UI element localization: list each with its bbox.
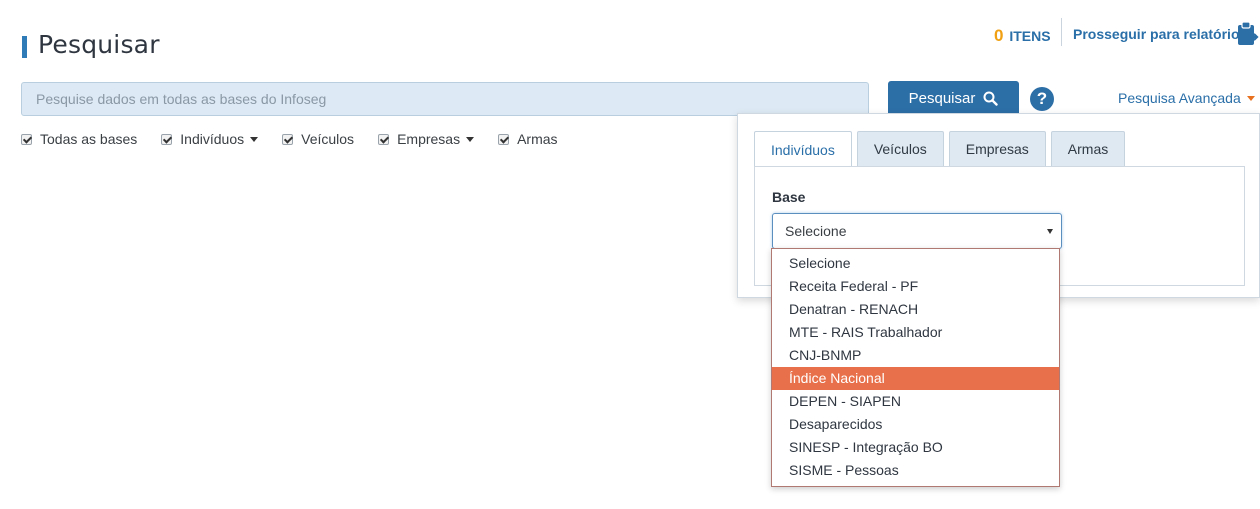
checkbox-checked-icon[interactable] [378,133,390,145]
checkbox-checked-icon[interactable] [282,133,294,145]
clipboard-arrow-icon[interactable] [1236,20,1260,46]
tab-veiculos[interactable]: Veículos [856,131,944,166]
base-option[interactable]: Receita Federal - PF [772,275,1059,298]
search-input[interactable] [21,82,869,116]
base-option-highlighted[interactable]: Índice Nacional [772,367,1059,390]
base-option[interactable]: DEPEN - SIAPEN [772,390,1059,413]
base-option[interactable]: Desaparecidos [772,413,1059,436]
filter-todas-as-bases[interactable]: Todas as bases [21,131,137,147]
question-icon[interactable]: ? [1030,87,1054,111]
search-icon [983,91,999,106]
base-option[interactable]: Denatran - RENACH [772,298,1059,321]
caret-down-icon[interactable] [250,136,259,142]
filter-label: Veículos [301,131,355,147]
checkbox-checked-icon[interactable] [21,133,32,145]
filter-label: Armas [517,131,558,147]
caret-down-icon [1246,95,1255,101]
filter-label: Indivíduos [180,131,245,147]
items-count-number: 0 [994,26,1004,45]
title-accent-bar [22,36,27,58]
items-count-label: ITENS [1009,28,1051,44]
caret-down-icon[interactable] [466,136,475,142]
advanced-search-label: Pesquisa Avançada [1118,90,1241,106]
tab-armas[interactable]: Armas [1050,131,1126,166]
filter-label: Todas as bases [40,131,138,147]
base-option[interactable]: CNJ-BNMP [772,344,1059,367]
items-counter[interactable]: 0 ITENS [994,26,1051,46]
page-title: Pesquisar [38,30,160,59]
filter-label: Empresas [397,131,461,147]
base-label: Base [772,189,806,205]
filter-empresas[interactable]: Empresas [378,131,475,147]
base-option[interactable]: SINESP - Integração BO [772,436,1059,459]
checkbox-checked-icon[interactable] [161,133,173,145]
checkbox-checked-icon[interactable] [498,133,510,145]
select-arrow-icon [1047,229,1053,234]
filter-veiculos[interactable]: Veículos [282,131,354,147]
header-divider [1061,18,1062,46]
base-filters: Todas as bases Indivíduos Veículos Empre… [21,131,582,147]
base-option[interactable]: MTE - RAIS Trabalhador [772,321,1059,344]
base-select[interactable]: Selecione [772,213,1062,249]
base-selected-value: Selecione [785,223,847,239]
filter-individuos[interactable]: Indivíduos [161,131,259,147]
search-button[interactable]: Pesquisar [888,81,1019,116]
advanced-tabs: Indivíduos Veículos Empresas Armas [754,131,1130,167]
filter-armas[interactable]: Armas [498,131,558,147]
advanced-search-link[interactable]: Pesquisa Avançada [1118,90,1255,106]
base-option[interactable]: Selecione [772,252,1059,275]
search-button-label: Pesquisar [908,90,976,107]
tab-empresas[interactable]: Empresas [948,131,1046,166]
base-options-list: Selecione Receita Federal - PF Denatran … [771,248,1060,487]
base-option[interactable]: SISME - Pessoas [772,459,1059,482]
report-link[interactable]: Prosseguir para relatório [1073,26,1240,42]
tab-individuos[interactable]: Indivíduos [754,131,852,167]
